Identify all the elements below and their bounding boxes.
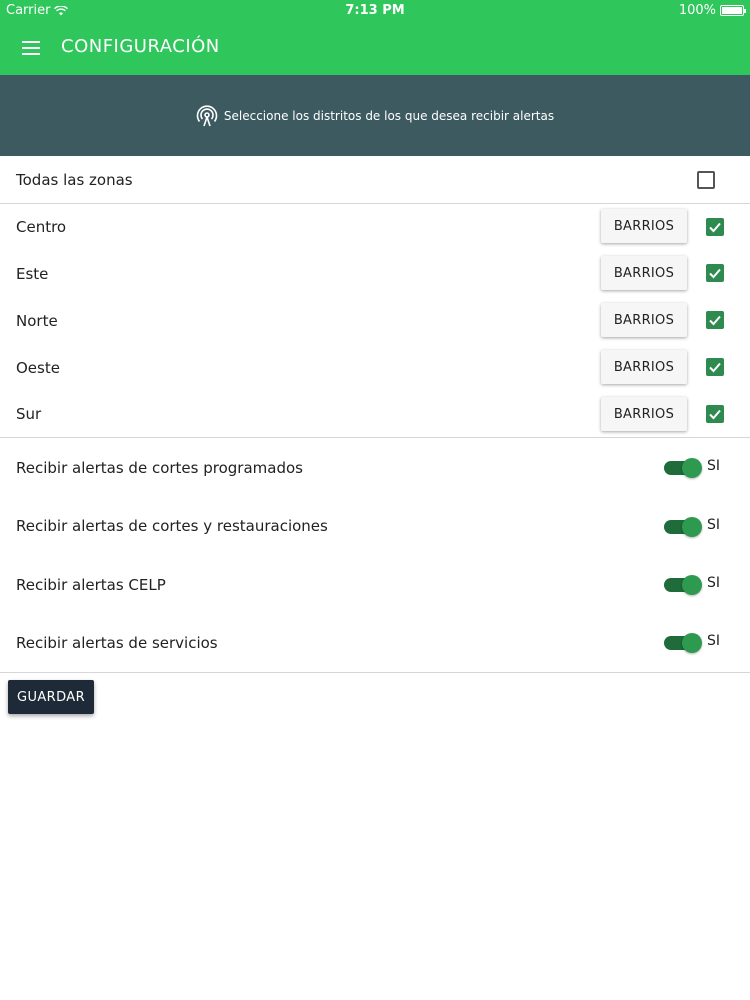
battery-indicator: 100% [678,3,746,18]
instruction-banner: Seleccione los distritos de los que dese… [0,75,750,156]
battery-label: 100% [678,3,716,18]
all-zones-label: Todas las zonas [16,170,133,189]
toggle-state: SI [707,458,721,474]
alert-row-programados: Recibir alertas de cortes programados SI [0,438,750,497]
page-title: CONFIGURACIÓN [61,36,220,57]
all-zones-row: Todas las zonas [0,156,750,203]
district-row-centro: Centro BARRIOS [0,204,750,250]
district-label: Centro [16,218,67,236]
alert-toggle-restauraciones[interactable] [664,517,702,537]
barrios-button-norte[interactable]: BARRIOS [601,303,687,337]
alert-row-servicios: Recibir alertas de servicios SI [0,614,750,672]
check-icon [709,268,721,279]
check-icon [709,222,721,233]
check-icon [709,315,721,326]
alert-label: Recibir alertas CELP [16,575,166,594]
barrios-button-este[interactable]: BARRIOS [601,256,687,290]
status-time: 7:13 PM [345,3,405,18]
app-header: Carrier 7:13 PM 100% CONFIGURACIÓN [0,0,750,75]
district-checkbox-este[interactable] [706,264,724,282]
district-checkbox-sur[interactable] [706,405,724,423]
antenna-icon [196,104,218,126]
check-icon [709,362,721,373]
save-button[interactable]: GUARDAR [8,680,94,714]
district-row-sur: Sur BARRIOS [0,391,750,437]
barrios-button-sur[interactable]: BARRIOS [601,397,687,431]
toggle-state: SI [707,633,721,649]
district-checkbox-oeste[interactable] [706,358,724,376]
district-checkbox-norte[interactable] [706,311,724,329]
district-row-este: Este BARRIOS [0,250,750,297]
district-label: Oeste [16,358,60,377]
toggle-state: SI [707,517,721,533]
all-zones-checkbox[interactable] [697,171,715,189]
toggle-state: SI [707,575,721,591]
check-icon [709,409,721,420]
alert-toggle-celp[interactable] [664,575,702,595]
alert-toggle-programados[interactable] [664,458,702,478]
alert-label: Recibir alertas de cortes programados [16,458,303,477]
alert-label: Recibir alertas de cortes y restauracion… [16,517,328,535]
district-checkbox-centro[interactable] [706,218,724,236]
divider [0,672,750,673]
district-label: Sur [16,405,42,423]
alert-row-restauraciones: Recibir alertas de cortes y restauracion… [0,497,750,555]
barrios-button-oeste[interactable]: BARRIOS [601,350,687,384]
district-label: Este [16,264,49,283]
alert-toggle-servicios[interactable] [664,633,702,653]
alert-label: Recibir alertas de servicios [16,634,218,652]
district-row-oeste: Oeste BARRIOS [0,344,750,391]
hamburger-menu-icon[interactable] [22,41,40,55]
district-label: Norte [16,311,58,330]
barrios-button-centro[interactable]: BARRIOS [601,209,687,243]
battery-icon [720,5,746,16]
district-row-norte: Norte BARRIOS [0,297,750,344]
status-bar: Carrier 7:13 PM 100% [0,0,750,22]
alert-row-celp: Recibir alertas CELP SI [0,555,750,614]
banner-text: Seleccione los distritos de los que dese… [223,108,555,123]
